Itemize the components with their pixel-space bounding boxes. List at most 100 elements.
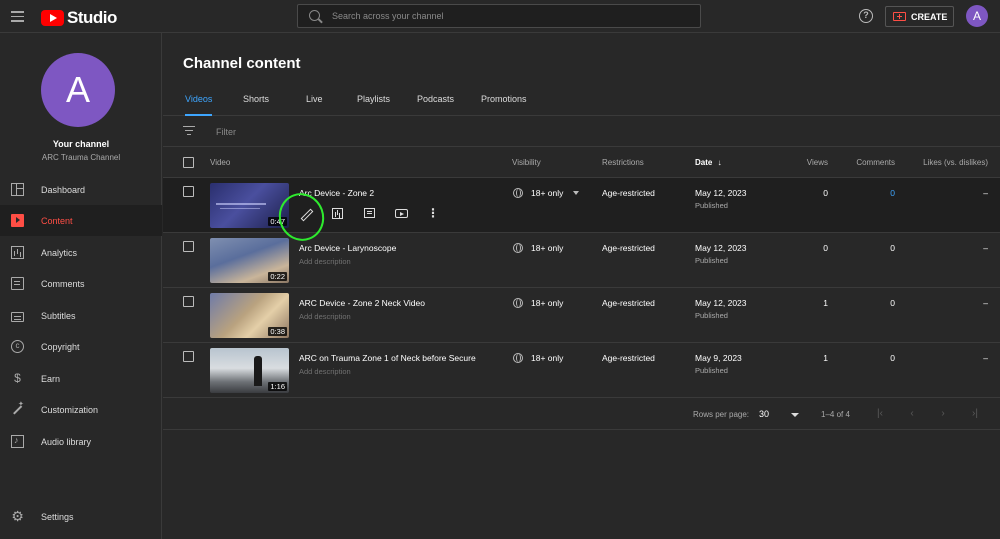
date-value: May 12, 2023 [695,243,747,253]
filter-input[interactable] [216,124,616,139]
tab-live[interactable]: Live [306,94,323,116]
pagination-bar: Rows per page: 30 1–4 of 4 |‹ ‹ › ›| [163,398,1000,430]
sidebar-item-label: Copyright [41,341,80,352]
video-title[interactable]: ARC Device - Zone 2 Neck Video [299,298,425,308]
next-page-icon[interactable]: › [937,408,949,420]
likes-value: – [983,298,988,308]
help-icon[interactable]: ? [859,9,873,23]
row-checkbox[interactable] [183,296,194,307]
sidebar-item-dashboard[interactable]: Dashboard [0,174,162,205]
edit-pencil-icon[interactable] [299,207,313,221]
restrictions-value: Age-restricted [602,243,655,253]
column-date[interactable]: Date ↓ [695,158,722,167]
likes-value: – [983,353,988,363]
visibility-label: 18+ only [531,298,564,308]
column-comments: Comments [856,158,895,167]
restrictions-value: Age-restricted [602,353,655,363]
video-thumbnail[interactable]: 0:47 [210,183,289,228]
sidebar-item-label: Audio library [41,436,92,447]
video-description[interactable]: Add description [299,367,351,376]
earn-icon: $ [14,371,21,385]
sidebar-item-analytics[interactable]: Analytics [0,237,162,268]
rows-per-page-select[interactable]: 30 [759,409,769,419]
sidebar-item-label: Earn [41,373,61,384]
video-thumbnail[interactable]: 0:38 [210,293,289,338]
comments-icon[interactable] [364,208,375,218]
tab-playlists[interactable]: Playlists [357,94,390,116]
sidebar-item-comments[interactable]: Comments [0,268,162,299]
sidebar-item-audio-library[interactable]: Audio library [0,426,162,457]
video-description[interactable]: Add description [299,257,351,266]
sidebar-item-content[interactable]: Content [0,205,162,236]
date-value: May 9, 2023 [695,353,742,363]
column-views: Views [806,158,828,167]
globe-icon [513,243,523,253]
menu-icon[interactable] [11,11,24,22]
tab-videos[interactable]: Videos [185,94,213,116]
sidebar-item-label: Content [41,215,73,226]
view-on-youtube-icon[interactable] [395,209,408,218]
visibility-select[interactable]: 18+ only [513,353,563,363]
column-visibility[interactable]: Visibility [512,158,541,167]
video-title[interactable]: ARC on Trauma Zone 1 of Neck before Secu… [299,353,476,363]
video-title[interactable]: Arc Device - Zone 2 [299,188,374,198]
chevron-down-icon[interactable] [791,413,799,417]
views-value: 1 [823,298,828,308]
select-all-checkbox[interactable] [183,157,194,168]
filter-icon[interactable] [183,126,195,136]
tab-promotions[interactable]: Promotions [481,94,527,116]
tab-podcasts[interactable]: Podcasts [417,94,454,116]
channel-avatar[interactable]: A [41,53,115,127]
sidebar-item-copyright[interactable]: c Copyright [0,331,162,362]
video-description[interactable]: Add description [299,312,351,321]
account-avatar[interactable]: A [966,5,988,27]
chevron-down-icon [573,191,580,195]
comments-value: 0 [890,243,895,253]
likes-value: – [983,243,988,253]
sidebar-item-earn[interactable]: $ Earn [0,363,162,394]
sidebar-item-customization[interactable]: Customization [0,394,162,425]
row-checkbox[interactable] [183,186,194,197]
visibility-select[interactable]: 18+ only [513,298,563,308]
visibility-label: 18+ only [531,243,564,253]
gear-icon: ⚙ [11,508,24,524]
more-options-icon[interactable]: ⋮ [426,207,440,221]
content-icon [11,214,24,227]
table-row[interactable]: 0:22 Arc Device - Larynoscope Add descri… [163,233,1000,288]
comments-value[interactable]: 0 [890,188,895,198]
customization-icon [11,400,24,416]
globe-icon [513,188,523,198]
publish-status: Published [695,201,728,210]
video-thumbnail[interactable]: 1:16 [210,348,289,393]
table-row[interactable]: 0:47 Arc Device - Zone 2 ⋮ 18+ only Age-… [163,178,1000,233]
copyright-icon: c [11,340,24,353]
sidebar-item-label: Customization [41,404,99,415]
likes-value: – [983,188,988,198]
video-thumbnail[interactable]: 0:22 [210,238,289,283]
column-likes: Likes (vs. dislikes) [923,158,988,167]
comments-value: 0 [890,298,895,308]
table-row[interactable]: 1:16 ARC on Trauma Zone 1 of Neck before… [163,343,1000,398]
visibility-select[interactable]: 18+ only [513,243,563,253]
sidebar-item-settings[interactable]: ⚙ Settings [0,501,162,532]
search-input[interactable] [332,8,692,24]
sidebar-item-label: Dashboard [41,184,86,195]
analytics-icon[interactable] [332,208,343,219]
sort-arrow-down-icon: ↓ [717,158,722,167]
row-checkbox[interactable] [183,241,194,252]
create-label: CREATE [911,11,948,22]
studio-logo[interactable]: Studio [41,8,117,28]
last-page-icon[interactable]: ›| [969,408,981,420]
video-title[interactable]: Arc Device - Larynoscope [299,243,396,253]
visibility-select[interactable]: 18+ only [513,188,580,198]
create-button[interactable]: CREATE [885,6,954,27]
first-page-icon[interactable]: |‹ [874,408,886,420]
column-video: Video [210,158,231,167]
tab-shorts[interactable]: Shorts [243,94,269,116]
row-checkbox[interactable] [183,351,194,362]
sidebar-item-subtitles[interactable]: Subtitles [0,300,162,331]
previous-page-icon[interactable]: ‹ [906,408,918,420]
table-row[interactable]: 0:38 ARC Device - Zone 2 Neck Video Add … [163,288,1000,343]
column-date-label: Date [695,158,713,167]
search-box[interactable] [297,4,701,28]
